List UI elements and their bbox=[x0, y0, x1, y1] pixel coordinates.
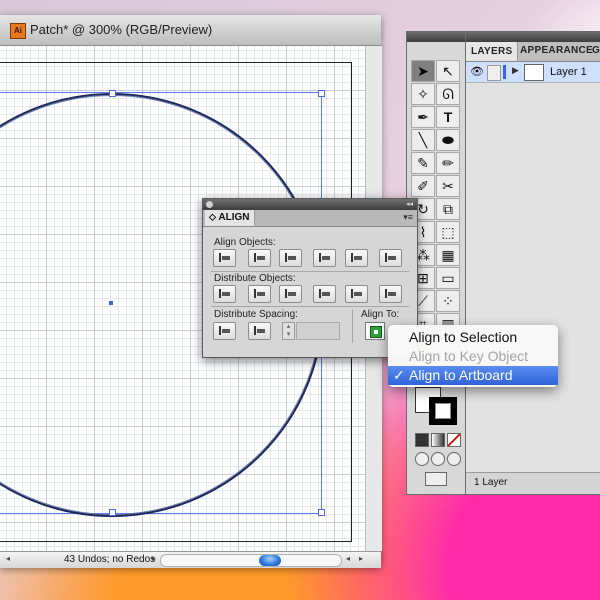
distribute-spacing-label: Distribute Spacing: bbox=[214, 309, 298, 320]
layers-panel: LAYERS APPEARANCE G 👁 ▶ Layer 1 1 Layer bbox=[466, 31, 600, 495]
illustrator-file-icon: Ai bbox=[10, 23, 26, 39]
checkmark-icon: ✓ bbox=[393, 367, 405, 383]
align-to-label: Align To: bbox=[361, 309, 400, 320]
vertical-align-top-button[interactable] bbox=[313, 249, 336, 267]
scroll-right-icon[interactable]: ▸ bbox=[355, 553, 367, 565]
section-divider bbox=[211, 271, 409, 272]
menu-item-label: Align to Artboard bbox=[409, 367, 513, 383]
tab-graphic-styles[interactable]: G bbox=[592, 45, 600, 56]
horizontal-distribute-center-button[interactable] bbox=[345, 285, 368, 303]
horizontal-align-right-button[interactable] bbox=[279, 249, 302, 267]
desktop-background: Ai Patch* @ 300% (RGB/Preview) ◂ 43 Undo… bbox=[0, 0, 600, 600]
blend-tool-icon[interactable]: ⁘ bbox=[436, 290, 460, 312]
artboard-nav-icon[interactable]: ◂ bbox=[2, 553, 14, 565]
gradient-tool-icon[interactable]: ▭ bbox=[436, 267, 460, 289]
section-divider-vertical bbox=[352, 309, 353, 343]
bbox-handle-bottom-right[interactable] bbox=[318, 509, 325, 516]
horizontal-scroll-thumb[interactable] bbox=[259, 555, 281, 566]
selection-tool-icon[interactable]: ➤ bbox=[411, 60, 435, 82]
lasso-tool-icon[interactable]: ᘏ bbox=[436, 83, 460, 105]
pencil-tool-icon[interactable]: ✏ bbox=[436, 152, 460, 174]
layer-count: 1 Layer bbox=[474, 477, 508, 488]
horizontal-align-center-button[interactable] bbox=[248, 249, 271, 267]
menu-item-align-to-artboard[interactable]: ✓ Align to Artboard bbox=[388, 366, 558, 385]
layer-thumbnail bbox=[524, 64, 544, 81]
horizontal-distribute-left-button[interactable] bbox=[313, 285, 336, 303]
horizontal-align-left-button[interactable] bbox=[213, 249, 236, 267]
center-point bbox=[109, 301, 113, 305]
expand-triangle-icon[interactable]: ▶ bbox=[512, 65, 519, 76]
horizontal-distribute-space-button[interactable] bbox=[248, 322, 271, 340]
ellipse-tool-icon[interactable]: ⬬ bbox=[436, 129, 460, 151]
gradient-mode-icon[interactable] bbox=[431, 433, 445, 447]
line-tool-icon[interactable]: ╲ bbox=[411, 129, 435, 151]
layers-panel-header[interactable] bbox=[466, 32, 600, 42]
draw-inside-icon[interactable] bbox=[447, 452, 461, 466]
scissors-tool-icon[interactable]: ✂ bbox=[436, 175, 460, 197]
lock-toggle[interactable] bbox=[487, 65, 501, 81]
tab-align-label: ALIGN bbox=[218, 212, 250, 223]
scroll-left-icon[interactable]: ◂ bbox=[342, 553, 354, 565]
draw-normal-icon[interactable] bbox=[415, 452, 429, 466]
document-title: Patch* @ 300% (RGB/Preview) bbox=[30, 22, 213, 37]
vertical-align-center-button[interactable] bbox=[345, 249, 368, 267]
bbox-handle-top-right[interactable] bbox=[318, 90, 325, 97]
spacing-stepper[interactable]: ▴ ▾ bbox=[282, 322, 295, 340]
scale-tool-icon[interactable]: ⧉ bbox=[436, 198, 460, 220]
layer-color-indicator bbox=[503, 65, 506, 79]
none-mode-icon[interactable] bbox=[447, 433, 461, 447]
distribute-objects-label: Distribute Objects: bbox=[214, 273, 296, 284]
spacing-input[interactable] bbox=[296, 322, 340, 340]
align-tab-bar: ⬦ ALIGN ▾≡ bbox=[203, 210, 417, 227]
tab-layers[interactable]: LAYERS bbox=[466, 42, 519, 61]
visibility-eye-icon[interactable]: 👁 bbox=[470, 65, 484, 79]
magic-wand-tool-icon[interactable]: ✧ bbox=[411, 83, 435, 105]
menu-item-align-to-key-object: Align to Key Object bbox=[388, 347, 558, 366]
pen-tool-icon[interactable]: ✒ bbox=[411, 106, 435, 128]
status-menu-icon[interactable]: ▸ bbox=[148, 553, 160, 565]
menu-item-label: Align to Key Object bbox=[409, 348, 529, 364]
tab-align[interactable]: ⬦ ALIGN bbox=[205, 210, 255, 226]
layer-row[interactable]: 👁 ▶ Layer 1 bbox=[466, 62, 600, 83]
stroke-swatch[interactable] bbox=[429, 397, 457, 425]
horizontal-distribute-right-button[interactable] bbox=[379, 285, 402, 303]
align-to-menu: Align to Selection Align to Key Object ✓… bbox=[388, 325, 558, 387]
layers-panel-tabs: LAYERS APPEARANCE G bbox=[466, 42, 600, 62]
layers-footer: 1 Layer bbox=[466, 472, 600, 494]
vertical-align-bottom-button[interactable] bbox=[379, 249, 402, 267]
undo-status: 43 Undos; no Redos bbox=[64, 554, 156, 565]
bbox-handle-top[interactable] bbox=[109, 90, 116, 97]
bbox-handle-bottom[interactable] bbox=[109, 509, 116, 516]
perspective-tool-icon[interactable]: ▦ bbox=[436, 244, 460, 266]
direct-selection-tool-icon[interactable]: ↖ bbox=[436, 60, 460, 82]
screen-mode-icon[interactable] bbox=[425, 472, 447, 486]
vertical-distribute-top-button[interactable] bbox=[213, 285, 236, 303]
document-title-bar[interactable]: Ai Patch* @ 300% (RGB/Preview) bbox=[0, 15, 381, 46]
tab-appearance[interactable]: APPEARANCE bbox=[520, 45, 593, 56]
horizontal-scrollbar[interactable] bbox=[160, 554, 342, 567]
draw-behind-icon[interactable] bbox=[431, 452, 445, 466]
status-bar: ◂ 43 Undos; no Redos ▸ ◂ ▸ bbox=[0, 551, 381, 568]
color-mode-icon[interactable] bbox=[415, 433, 429, 447]
blob-brush-tool-icon[interactable]: ✐ bbox=[411, 175, 435, 197]
menu-item-label: Align to Selection bbox=[409, 329, 518, 345]
collapse-icon[interactable]: ◂◂ bbox=[406, 199, 413, 210]
tools-panel-header[interactable] bbox=[407, 32, 465, 42]
align-panel-header[interactable]: ◂◂ bbox=[203, 199, 417, 210]
vertical-distribute-space-button[interactable] bbox=[213, 322, 236, 340]
align-to-button[interactable] bbox=[365, 322, 385, 340]
close-icon[interactable] bbox=[206, 201, 213, 208]
free-transform-tool-icon[interactable]: ⬚ bbox=[436, 221, 460, 243]
layer-name[interactable]: Layer 1 bbox=[550, 66, 587, 78]
section-divider bbox=[211, 306, 409, 307]
menu-item-align-to-selection[interactable]: Align to Selection bbox=[388, 328, 558, 347]
vertical-distribute-bottom-button[interactable] bbox=[279, 285, 302, 303]
panel-menu-icon[interactable]: ▾≡ bbox=[403, 212, 413, 223]
type-tool-icon[interactable]: T bbox=[436, 106, 460, 128]
align-to-artboard-icon bbox=[370, 326, 382, 338]
vertical-distribute-center-button[interactable] bbox=[248, 285, 271, 303]
align-objects-label: Align Objects: bbox=[214, 237, 276, 248]
paintbrush-tool-icon[interactable]: ✎ bbox=[411, 152, 435, 174]
